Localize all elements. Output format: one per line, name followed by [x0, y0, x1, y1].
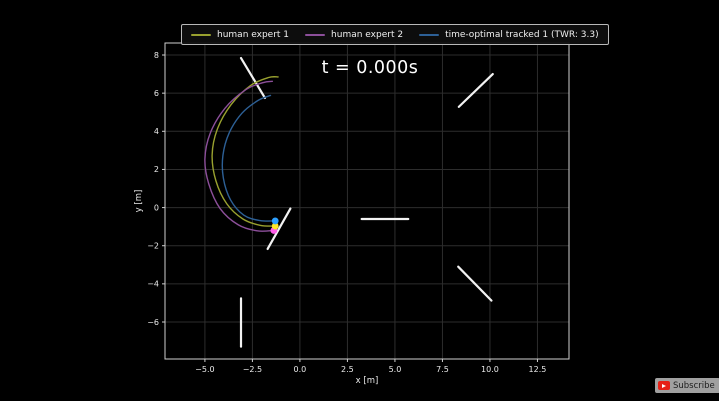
- youtube-icon: [658, 381, 670, 390]
- y-tick-label: 6: [154, 89, 159, 98]
- youtube-play-triangle-icon: [662, 383, 666, 388]
- subscribe-button[interactable]: Subscribe: [655, 378, 719, 393]
- y-tick-label: 8: [154, 51, 159, 60]
- y-tick-label: −6: [147, 318, 159, 327]
- legend-item-time-optimal: time-optimal tracked 1 (TWR: 3.3): [419, 30, 599, 40]
- legend-swatch-human-expert-1: [191, 33, 211, 36]
- x-tick-label: 2.5: [341, 365, 354, 374]
- legend-item-human-expert-1: human expert 1: [191, 30, 289, 40]
- trajectory-time-optimal-tracked-1-twr-3-3-: [221, 94, 276, 222]
- legend-swatch-human-expert-2: [305, 33, 326, 36]
- legend-label-human-expert-1: human expert 1: [217, 29, 290, 40]
- video-player[interactable]: −5.0 −2.5 0.0 2.5 5.0 7.5 10.0 12.5 8 6 4 2 0 −2 −4 −6 x…: [0, 0, 719, 401]
- x-tick-label: 7.5: [436, 365, 449, 374]
- legend-label-human-expert-2: human expert 2: [331, 29, 404, 40]
- y-tick-label: 0: [154, 203, 159, 212]
- x-tick-label: 10.0: [481, 365, 499, 374]
- gate-2: [457, 72, 494, 108]
- y-tick-label: −4: [147, 280, 159, 289]
- x-tick-label: 0.0: [294, 365, 307, 374]
- legend-label-time-optimal: time-optimal tracked 1 (TWR: 3.3): [445, 29, 599, 40]
- y-tick-label: 2: [154, 165, 159, 174]
- legend-swatch-time-optimal: [419, 33, 440, 36]
- y-tick-label: 4: [154, 127, 159, 136]
- y-tick-label: −2: [147, 242, 159, 251]
- x-tick-label: 12.5: [529, 365, 547, 374]
- y-axis-label: y [m]: [134, 190, 144, 213]
- subscribe-label: Subscribe: [673, 380, 715, 391]
- start-marker-time-optimal-tracked-1-twr-3-3-: [271, 217, 279, 225]
- legend-item-human-expert-2: human expert 2: [305, 30, 403, 40]
- x-tick-label: −2.5: [243, 365, 262, 374]
- gate-1: [239, 56, 267, 100]
- x-axis-label: x [m]: [356, 376, 379, 386]
- legend: human expert 1 human expert 2 time-optim…: [181, 24, 609, 45]
- time-label: t = 0.000s: [321, 58, 419, 78]
- x-tick-label: 5.0: [389, 365, 402, 374]
- trajectory-human-expert-2: [204, 80, 275, 232]
- trajectory-human-expert-1: [211, 76, 279, 227]
- x-tick-label: −5.0: [195, 365, 214, 374]
